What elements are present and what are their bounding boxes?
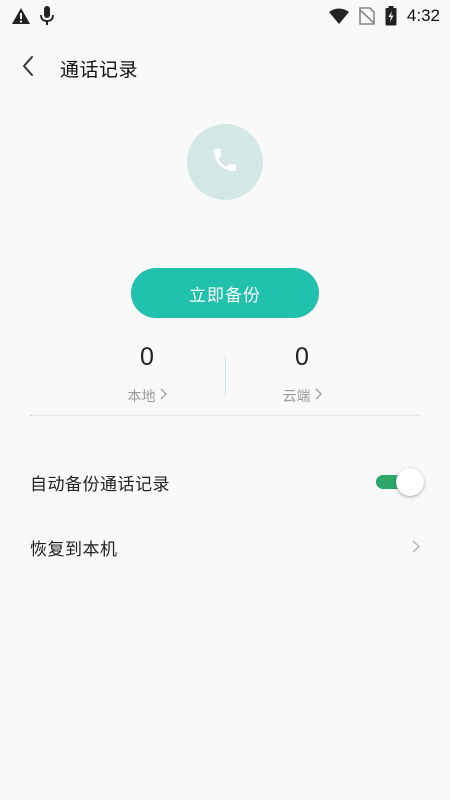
auto-backup-row[interactable]: 自动备份通话记录 xyxy=(0,453,450,511)
microphone-icon xyxy=(40,6,54,26)
warning-icon xyxy=(12,8,30,24)
status-right-icons: 4:32 xyxy=(328,6,440,26)
phone-icon xyxy=(210,145,240,179)
auto-backup-label: 自动备份通话记录 xyxy=(30,474,170,495)
call-log-backup-screen: 4:32 通话记录 立即备份 0 本地 0 云端 自动备份通话记录 恢复到本机 xyxy=(0,0,450,800)
section-divider xyxy=(30,415,420,416)
local-count: 0 xyxy=(140,343,154,371)
chevron-right-icon xyxy=(412,538,421,557)
backup-now-button[interactable]: 立即备份 xyxy=(131,268,319,318)
local-stat: 0 本地 xyxy=(72,340,222,406)
stats-divider xyxy=(225,356,226,396)
auto-backup-toggle[interactable] xyxy=(374,467,426,497)
status-bar: 4:32 xyxy=(0,0,450,32)
status-left-icons xyxy=(12,6,54,26)
local-label: 本地 xyxy=(127,389,156,405)
cloud-stat: 0 云端 xyxy=(227,340,377,406)
phone-icon-circle xyxy=(187,124,263,200)
backup-stats: 0 本地 0 云端 xyxy=(0,340,450,420)
restore-row[interactable]: 恢复到本机 xyxy=(0,518,450,576)
chevron-right-icon xyxy=(315,388,322,404)
page-title: 通话记录 xyxy=(60,58,139,81)
cloud-link[interactable]: 云端 xyxy=(283,386,322,406)
toggle-knob xyxy=(396,468,424,496)
local-link[interactable]: 本地 xyxy=(128,386,167,406)
back-button[interactable] xyxy=(4,44,52,92)
no-sim-icon xyxy=(358,7,375,25)
chevron-left-icon xyxy=(21,55,35,81)
chevron-right-icon xyxy=(160,388,167,404)
status-time: 4:32 xyxy=(406,6,440,25)
app-header: 通话记录 xyxy=(0,44,450,92)
restore-label: 恢复到本机 xyxy=(30,539,118,560)
battery-charging-icon xyxy=(385,6,397,26)
cloud-label: 云端 xyxy=(282,389,311,405)
cloud-count: 0 xyxy=(295,343,309,371)
wifi-icon xyxy=(328,8,349,24)
